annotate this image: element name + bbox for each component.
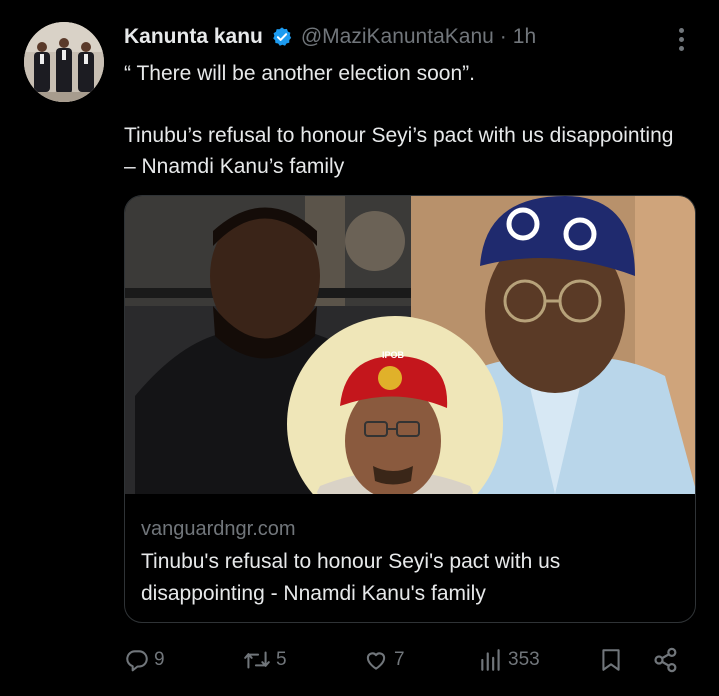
link-preview-image[interactable]: IPOB (125, 196, 695, 494)
repost-button[interactable]: 5 (242, 640, 287, 680)
like-icon (366, 652, 386, 670)
share-button[interactable] (652, 640, 680, 680)
link-preview-meta: vanguardngr.com Tinubu's refusal to hono… (141, 514, 679, 610)
reply-button[interactable]: 9 (124, 640, 165, 680)
inset-cap-text: IPOB (382, 350, 405, 360)
tweet-text: “ There will be another election soon”. … (124, 58, 684, 182)
verified-badge-icon (273, 27, 292, 46)
link-domain: vanguardngr.com (141, 518, 296, 540)
reply-icon (126, 650, 148, 672)
tweet-text-quote: “ There will be another election soon”. (124, 62, 475, 85)
view-count: 353 (508, 649, 540, 670)
like-count: 7 (394, 649, 405, 670)
views-icon (481, 649, 500, 671)
tweet-header: Kanunta kanu @MaziKanuntaKanu · 1h (124, 22, 659, 52)
author-name[interactable]: Kanunta kanu (124, 25, 263, 49)
share-icon (654, 647, 677, 673)
author-avatar[interactable] (24, 22, 104, 102)
avatar-image (24, 22, 104, 102)
bookmark-button[interactable] (598, 640, 624, 680)
like-button[interactable]: 7 (362, 640, 405, 680)
tweet-text-headline: Tinubu’s refusal to honour Seyi’s pact w… (124, 124, 674, 178)
more-icon[interactable] (672, 24, 690, 54)
tweet-timestamp[interactable]: 1h (513, 25, 536, 49)
views-button[interactable]: 353 (478, 640, 540, 680)
link-title: Tinubu's refusal to honour Seyi's pact w… (141, 550, 561, 605)
bookmark-icon (602, 649, 620, 671)
repost-count: 5 (276, 649, 287, 670)
link-preview-card[interactable]: IPOB vanguardngr.com Tinubu's refusal to… (124, 195, 696, 623)
repost-icon (244, 651, 270, 669)
reply-count: 9 (154, 649, 165, 670)
author-handle[interactable]: @MaziKanuntaKanu (301, 25, 494, 49)
separator-dot: · (499, 25, 507, 48)
tweet-action-bar: 9 5 7 353 (124, 640, 694, 680)
